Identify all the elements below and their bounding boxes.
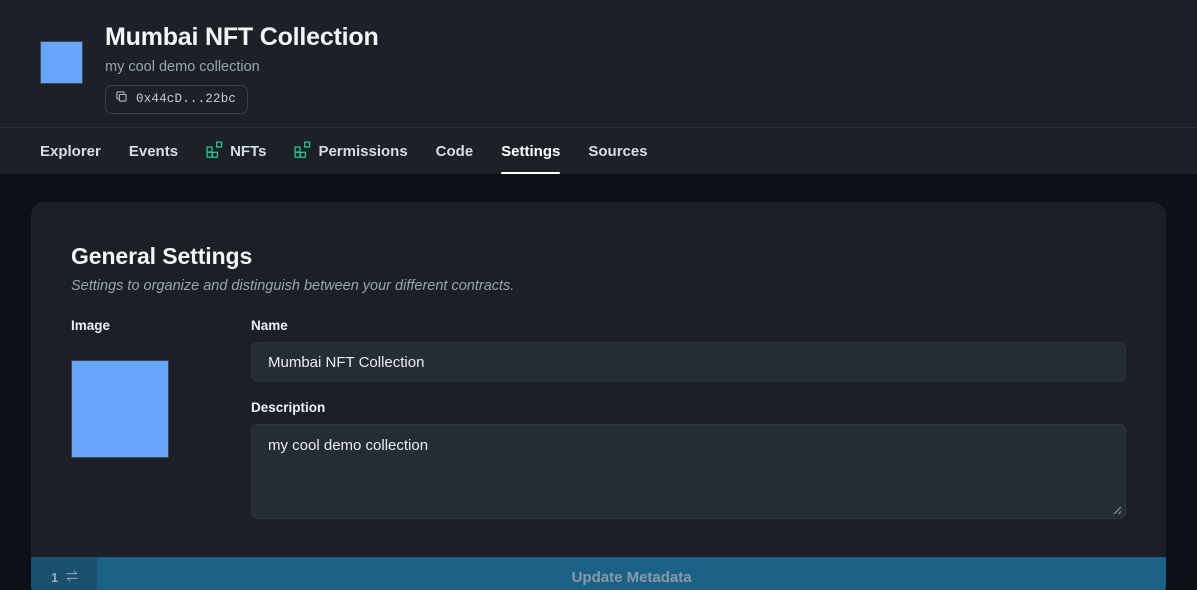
copy-icon <box>115 90 128 108</box>
name-field-group: Name <box>251 318 1126 382</box>
tab-code[interactable]: Code <box>422 128 488 174</box>
main-navigation: Explorer Events NFTs Permissions Cod <box>0 127 1197 174</box>
name-label: Name <box>251 318 1126 333</box>
name-input[interactable] <box>251 342 1126 382</box>
tab-label: Settings <box>501 143 560 160</box>
collection-logo <box>40 41 83 84</box>
transaction-count-badge[interactable]: 1 <box>31 557 97 590</box>
settings-title: General Settings <box>71 242 1126 270</box>
collection-subtitle: my cool demo collection <box>105 58 379 76</box>
grid-apps-icon <box>206 141 223 162</box>
main-content: General Settings Settings to organize an… <box>0 174 1197 590</box>
description-label: Description <box>251 400 1126 415</box>
tab-label: Sources <box>588 143 647 160</box>
transaction-count-value: 1 <box>51 570 58 585</box>
description-field-group: Description <box>251 400 1126 519</box>
contract-address-text: 0x44cD...22bc <box>136 92 236 106</box>
tab-sources[interactable]: Sources <box>574 128 661 174</box>
page-title: Mumbai NFT Collection <box>105 22 379 52</box>
image-upload-preview[interactable] <box>71 360 169 458</box>
contract-address-badge[interactable]: 0x44cD...22bc <box>105 85 248 114</box>
image-label: Image <box>71 318 203 333</box>
description-textarea[interactable] <box>251 424 1126 519</box>
collection-header: Mumbai NFT Collection my cool demo colle… <box>0 0 1197 127</box>
update-metadata-button[interactable]: Update Metadata <box>97 557 1166 590</box>
tab-label: Events <box>129 143 178 160</box>
tab-label: Explorer <box>40 143 101 160</box>
grid-apps-icon <box>294 141 311 162</box>
tab-events[interactable]: Events <box>115 128 192 174</box>
tab-permissions[interactable]: Permissions <box>280 128 421 174</box>
tab-nfts[interactable]: NFTs <box>192 128 280 174</box>
tab-label: NFTs <box>230 143 266 160</box>
image-field-group: Image <box>71 318 203 519</box>
swap-arrows-icon <box>65 569 79 586</box>
tab-label: Permissions <box>318 143 407 160</box>
tab-explorer[interactable]: Explorer <box>40 128 115 174</box>
card-footer-bar: 1 Update Metadata <box>31 557 1166 590</box>
tab-settings[interactable]: Settings <box>487 128 574 174</box>
settings-description: Settings to organize and distinguish bet… <box>71 276 1126 296</box>
general-settings-card: General Settings Settings to organize an… <box>31 202 1166 590</box>
tab-label: Code <box>436 143 474 160</box>
